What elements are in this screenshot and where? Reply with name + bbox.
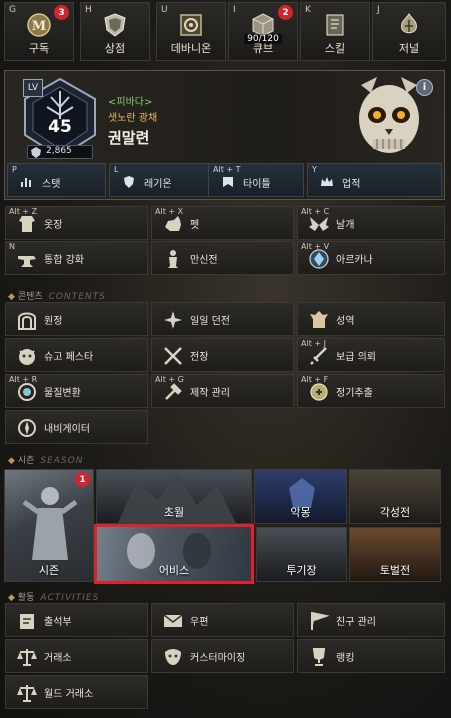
navigator-compass-icon — [18, 419, 36, 437]
abyss-tile[interactable]: 어비스 — [94, 524, 254, 584]
customize-mask-icon — [165, 649, 181, 665]
daevanion-icon — [180, 14, 202, 36]
sanctuary-button[interactable]: 성역 — [297, 302, 445, 336]
craft-manage-button[interactable]: Alt + G 제작 관리 — [151, 374, 294, 408]
attendance-book-icon — [20, 614, 34, 629]
achievement-crown-icon — [321, 177, 333, 186]
pet-button[interactable]: Alt + X 펫 — [151, 206, 294, 240]
customizing-button[interactable]: 커스터마이징 — [151, 639, 294, 673]
expedition-button[interactable]: 원정 — [5, 302, 148, 336]
legion-button[interactable]: L 레기온 — [109, 163, 214, 197]
title-button[interactable]: Alt + T 타이틀 — [208, 163, 304, 197]
activity-section-header: ◆ 활동 ACTIVITIES — [8, 593, 100, 603]
season-statue-image — [22, 487, 78, 560]
wardrobe-icon — [19, 216, 35, 232]
journal-emblem-icon — [401, 13, 417, 34]
ranking-trophy-icon — [312, 648, 326, 666]
journal-button[interactable]: J 저널 — [372, 2, 446, 61]
season-tile[interactable]: 1 시즌 — [4, 469, 94, 582]
wings-icon — [309, 217, 329, 231]
mail-button[interactable]: 우편 — [151, 603, 294, 637]
nightmare-tile[interactable]: 악몽 — [254, 469, 347, 524]
character-name: 권말련 — [108, 129, 150, 147]
skill-button[interactable]: K 스킬 — [300, 2, 370, 61]
arena-tile[interactable]: 투기장 — [256, 527, 347, 582]
wings-button[interactable]: Alt + C 날개 — [297, 206, 445, 240]
pet-icon — [165, 216, 181, 231]
svg-text:M: M — [32, 19, 46, 34]
crossed-swords-icon — [164, 347, 182, 365]
supply-request-button[interactable]: Alt + J 보급 의뢰 — [297, 338, 445, 372]
skill-book-icon — [326, 14, 344, 36]
ranking-button[interactable]: 랭킹 — [297, 639, 445, 673]
legion-name: <피바다> — [108, 97, 153, 108]
craft-hammer-icon — [165, 383, 182, 400]
notification-badge: 2 — [278, 5, 293, 20]
expedition-gate-icon — [18, 312, 36, 330]
subscription-button[interactable]: G M 3 구독 — [4, 2, 74, 61]
trade-house-button[interactable]: 거래소 — [5, 639, 148, 673]
achievement-button[interactable]: Y 업적 — [307, 163, 442, 197]
mail-envelope-icon — [163, 614, 183, 627]
friend-manage-button[interactable]: 친구 관리 — [297, 603, 445, 637]
legion-shield-icon — [124, 176, 134, 188]
navigator-button[interactable]: 내비게이터 — [5, 410, 148, 444]
title-banner-icon — [223, 177, 233, 187]
unified-enhance-button[interactable]: N 통합 강화 — [5, 241, 148, 275]
subjugation-tile[interactable]: 토벌전 — [349, 527, 441, 582]
cube-button[interactable]: I 2 90/120 큐브 — [228, 2, 298, 61]
combat-power-value: 2,865 — [46, 146, 72, 156]
character-level: 45 — [48, 117, 72, 137]
combat-power-box: 2,865 — [27, 145, 93, 159]
attendance-button[interactable]: 출석부 — [5, 603, 148, 637]
transmute-orb-icon — [18, 383, 36, 401]
scales-icon — [17, 649, 37, 666]
shugo-festa-button[interactable]: 슈고 페스타 — [5, 338, 148, 372]
sanctuary-icon — [310, 311, 328, 328]
stats-icon — [21, 178, 31, 187]
daily-dungeon-spiral-icon — [164, 311, 182, 329]
arcana-gem-icon — [309, 249, 329, 269]
pantheon-button[interactable]: 만신전 — [151, 241, 294, 275]
contents-section-header: ◆ 콘텐츠 CONTENTS — [8, 292, 106, 302]
world-scales-icon — [17, 685, 37, 702]
subscription-icon: M — [27, 13, 51, 37]
arcana-button[interactable]: Alt + V 아르카나 — [297, 241, 445, 275]
stats-button[interactable]: P 스탯 — [7, 163, 106, 197]
shop-button[interactable]: H 상점 — [80, 2, 150, 61]
material-transform-button[interactable]: Alt + R 물질변환 — [5, 374, 148, 408]
notification-badge: 1 — [75, 472, 90, 487]
season-section-header: ◆ 시즌 SEASON — [8, 456, 84, 466]
friend-flag-icon — [311, 611, 330, 630]
anvil-icon — [18, 256, 36, 267]
world-trade-house-button[interactable]: 월드 거래소 — [5, 675, 148, 709]
supply-sword-icon — [310, 347, 327, 365]
extract-coin-icon — [310, 383, 328, 401]
character-title: 샛노란 광채 — [108, 113, 158, 124]
combat-power-icon — [31, 147, 41, 158]
daevanion-button[interactable]: U 데바니온 — [156, 2, 226, 61]
level-tag: LV — [23, 79, 43, 97]
wardrobe-button[interactable]: Alt + Z 옷장 — [5, 206, 148, 240]
daily-dungeon-button[interactable]: 일일 던전 — [151, 302, 294, 336]
battlefield-button[interactable]: 전장 — [151, 338, 294, 372]
notification-badge: 3 — [54, 5, 69, 20]
shugo-icon — [19, 349, 35, 365]
transcendence-tile[interactable]: 초월 — [96, 469, 252, 524]
pantheon-statue-icon — [168, 250, 178, 268]
info-button[interactable]: i — [416, 79, 433, 96]
shop-shield-icon — [104, 13, 126, 37]
regular-extract-button[interactable]: Alt + F 정기추출 — [297, 374, 445, 408]
awakening-tile[interactable]: 각성전 — [349, 469, 441, 524]
